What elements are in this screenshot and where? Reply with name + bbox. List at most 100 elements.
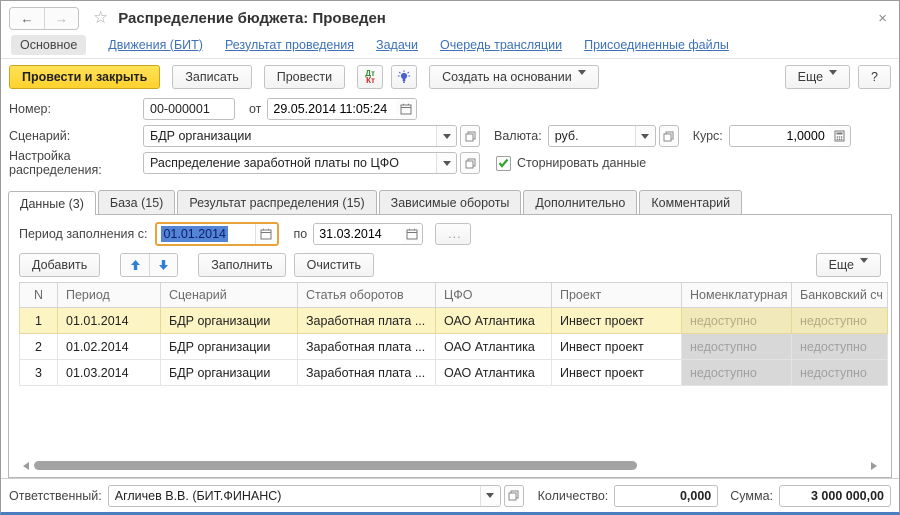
horizontal-scrollbar[interactable] [19, 458, 881, 473]
rate-field[interactable] [730, 126, 830, 146]
tab-base[interactable]: База (15) [98, 190, 175, 214]
table-cell[interactable]: ОАО Атлантика [436, 360, 552, 386]
period-to-field[interactable] [314, 224, 402, 244]
column-header[interactable]: Период [58, 283, 161, 308]
create-based-on-button[interactable]: Создать на основании [429, 65, 599, 89]
tab-dependent-turnovers[interactable]: Зависимые обороты [379, 190, 522, 214]
table-cell: недоступно [792, 334, 888, 360]
favorite-star-icon[interactable]: ☆ [93, 8, 108, 28]
setting-combo [143, 152, 457, 174]
currency-dropdown-icon[interactable] [635, 126, 655, 146]
report-structure-button[interactable] [391, 65, 417, 89]
date-field[interactable] [268, 99, 396, 119]
table-cell[interactable]: Инвест проект [552, 308, 682, 334]
post-and-close-button[interactable]: Провести и закрыть [9, 65, 160, 89]
responsible-combo [108, 485, 501, 507]
table-cell: недоступно [792, 308, 888, 334]
nav-item-translation-queue[interactable]: Очередь трансляции [440, 38, 562, 52]
forward-button[interactable]: → [44, 8, 78, 29]
table-cell[interactable]: БДР организации [161, 334, 298, 360]
nav-item-attached-files[interactable]: Присоединенные файлы [584, 38, 729, 52]
table-cell[interactable]: 2 [20, 334, 58, 360]
tab-additional[interactable]: Дополнительно [523, 190, 637, 214]
scenario-dropdown-icon[interactable] [436, 126, 456, 146]
rate-field-wrap [729, 125, 851, 147]
table-cell[interactable]: 1 [20, 308, 58, 334]
column-header[interactable]: Номенклатурная г... [682, 283, 792, 308]
scenario-field[interactable] [144, 126, 436, 146]
calendar-icon[interactable] [396, 99, 416, 119]
setting-field[interactable] [144, 153, 436, 173]
table-cell[interactable]: 01.01.2014 [58, 308, 161, 334]
scenario-open-icon[interactable] [460, 125, 480, 147]
tab-comment[interactable]: Комментарий [639, 190, 742, 214]
currency-field[interactable] [549, 126, 635, 146]
nav-item-posting-result[interactable]: Результат проведения [225, 38, 354, 52]
column-header[interactable]: N [20, 283, 58, 308]
column-header[interactable]: Статья оборотов [298, 283, 436, 308]
write-button[interactable]: Записать [172, 65, 251, 89]
nav-item-movements[interactable]: Движения (БИТ) [108, 38, 203, 52]
table-cell[interactable]: 01.02.2014 [58, 334, 161, 360]
table-cell: недоступно [682, 334, 792, 360]
table-row[interactable]: 3 01.03.2014 БДР организации Заработная … [20, 360, 888, 386]
more-button[interactable]: Еще [785, 65, 850, 89]
column-header[interactable]: Банковский сч [792, 283, 888, 308]
table-cell[interactable]: 3 [20, 360, 58, 386]
column-header[interactable]: ЦФО [436, 283, 552, 308]
post-button[interactable]: Провести [264, 65, 345, 89]
reverse-data-checkbox[interactable] [496, 156, 511, 171]
scroll-right-icon[interactable] [871, 462, 881, 470]
help-button[interactable]: ? [858, 65, 891, 89]
responsible-dropdown-icon[interactable] [480, 486, 500, 506]
move-down-icon[interactable] [149, 254, 177, 276]
column-header[interactable]: Проект [552, 283, 682, 308]
table-cell[interactable]: ОАО Атлантика [436, 308, 552, 334]
period-from-field[interactable]: 01.01.2014 [155, 222, 279, 246]
currency-open-icon[interactable] [659, 125, 679, 147]
clear-button[interactable]: Очистить [294, 253, 374, 277]
dt-kt-button[interactable]: ДтКт [357, 65, 383, 89]
period-to-label: по [293, 227, 307, 241]
table-cell[interactable]: ОАО Атлантика [436, 334, 552, 360]
table-cell[interactable]: Заработная плата ... [298, 308, 436, 334]
table-cell: недоступно [682, 308, 792, 334]
period-more-button[interactable]: ... [435, 223, 471, 245]
nav-item-main[interactable]: Основное [11, 35, 86, 55]
scroll-left-icon[interactable] [19, 462, 29, 470]
table-cell[interactable]: Заработная плата ... [298, 334, 436, 360]
data-tab-panel: Период заполнения с: 01.01.2014 по ... Д… [8, 214, 892, 478]
period-to-calendar-icon[interactable] [402, 224, 422, 244]
table-cell[interactable]: БДР организации [161, 308, 298, 334]
table-cell[interactable]: Инвест проект [552, 334, 682, 360]
quantity-field[interactable] [614, 485, 718, 507]
column-header[interactable]: Сценарий [161, 283, 298, 308]
setting-open-icon[interactable] [460, 152, 480, 174]
table-cell[interactable]: БДР организации [161, 360, 298, 386]
grid-more-button[interactable]: Еще [816, 253, 881, 277]
sum-field[interactable] [779, 485, 891, 507]
move-up-icon[interactable] [121, 254, 149, 276]
responsible-field[interactable] [109, 486, 480, 506]
back-button[interactable]: ← [10, 8, 44, 29]
number-field[interactable] [143, 98, 235, 120]
table-row[interactable]: 2 01.02.2014 БДР организации Заработная … [20, 334, 888, 360]
setting-dropdown-icon[interactable] [436, 153, 456, 173]
nav-item-tasks[interactable]: Задачи [376, 38, 418, 52]
table-cell: недоступно [792, 360, 888, 386]
calculator-icon[interactable] [830, 126, 850, 146]
add-row-button[interactable]: Добавить [19, 253, 100, 277]
table-row[interactable]: 1 01.01.2014 БДР организации Заработная … [20, 308, 888, 334]
responsible-open-icon[interactable] [504, 485, 524, 507]
table-cell[interactable]: Заработная плата ... [298, 360, 436, 386]
close-icon[interactable]: × [874, 10, 891, 27]
table-cell[interactable]: Инвест проект [552, 360, 682, 386]
scrollbar-thumb[interactable] [34, 461, 637, 470]
tab-distribution-result[interactable]: Результат распределения (15) [177, 190, 376, 214]
period-from-calendar-icon[interactable] [255, 224, 275, 244]
fill-button[interactable]: Заполнить [198, 253, 285, 277]
table-cell[interactable]: 01.03.2014 [58, 360, 161, 386]
dt-kt-icon: ДтКт [365, 70, 375, 84]
scrollbar-track[interactable] [34, 461, 871, 470]
tab-data[interactable]: Данные (3) [8, 191, 96, 215]
